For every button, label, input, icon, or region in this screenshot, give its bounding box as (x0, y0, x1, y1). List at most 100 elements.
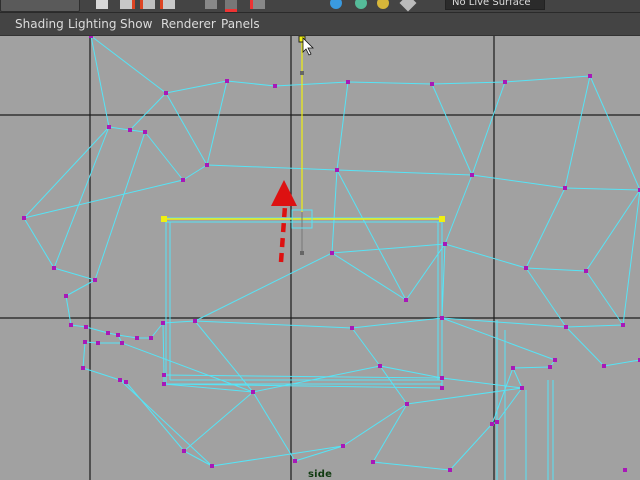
mesh-edge (252, 391, 296, 462)
mesh-vertex (143, 130, 147, 134)
mesh-vertex (162, 373, 166, 377)
mesh-edge (206, 164, 338, 171)
lasso-tool-icon[interactable] (140, 0, 155, 9)
mesh-edge (129, 129, 146, 133)
mesh-edge (65, 279, 96, 297)
mesh-edge (441, 377, 523, 389)
mesh-edge (165, 92, 208, 166)
mesh-edge (90, 36, 110, 128)
mesh-edge (471, 174, 566, 189)
new-scene-icon[interactable] (96, 0, 108, 9)
mesh-vertex (118, 378, 122, 382)
mesh-edge (85, 326, 109, 334)
mesh-edge (431, 83, 473, 176)
mesh-edge (441, 317, 567, 328)
mesh-vertex (83, 340, 87, 344)
mesh-vertex (563, 186, 567, 190)
mesh-vertex (93, 278, 97, 282)
mesh-edge (622, 189, 640, 326)
mesh-edge (53, 267, 96, 281)
side-viewport[interactable]: side (0, 36, 640, 480)
magnet-icon[interactable] (399, 0, 417, 12)
mesh-edge (564, 75, 591, 189)
menu-set-dropdown[interactable] (0, 0, 80, 12)
mesh-edge (444, 174, 473, 245)
mesh-edge (525, 187, 566, 269)
mesh-vertex (520, 386, 524, 390)
mesh-edge (405, 243, 446, 301)
mesh-edge (108, 126, 131, 131)
annotation-arrow-head (271, 180, 297, 206)
mesh-vertex (106, 331, 110, 335)
mesh-edge (441, 317, 556, 361)
mesh-vertex (128, 128, 132, 132)
mesh-vertex (251, 390, 255, 394)
mesh-vertex (378, 364, 382, 368)
menu-shading[interactable]: Shading (15, 13, 64, 35)
mesh-edge (94, 131, 146, 281)
camera-label: side (308, 469, 333, 480)
mesh-vertex (120, 341, 124, 345)
menu-show[interactable]: Show (120, 13, 152, 35)
mesh-edge (144, 131, 184, 181)
mesh-edge (512, 367, 523, 389)
mesh-vertex (602, 364, 606, 368)
mesh-wireframe[interactable] (0, 36, 640, 480)
mesh-edge (589, 75, 640, 191)
mesh-edge (163, 374, 443, 379)
mesh-edge (23, 217, 55, 269)
grid-snap-icon[interactable] (205, 0, 217, 9)
mesh-vertex (470, 173, 474, 177)
mesh-edge (331, 169, 338, 254)
mesh-vertex (564, 325, 568, 329)
menu-lighting[interactable]: Lighting (68, 13, 117, 35)
mesh-edge (379, 365, 408, 405)
select-tool-icon[interactable] (120, 0, 135, 9)
mesh-edge (496, 387, 523, 423)
mesh-edge (53, 126, 110, 269)
mesh-edge (252, 365, 381, 393)
mesh-vertex (164, 91, 168, 95)
mesh-vertex (149, 336, 153, 340)
mesh-edge (165, 80, 228, 94)
point-snap-icon[interactable] (250, 0, 265, 9)
mesh-edge (182, 164, 208, 181)
mesh-vertex (273, 84, 277, 88)
mesh-edge (70, 324, 87, 328)
mesh-edge (117, 334, 138, 339)
mesh-edge (294, 445, 344, 462)
mesh-edge (194, 252, 333, 322)
surface-snap-icon[interactable] (330, 0, 342, 9)
mesh-vertex (22, 216, 26, 220)
mesh-edge (471, 81, 506, 176)
mesh-edge (90, 36, 167, 94)
mouse-cursor-icon (302, 37, 314, 56)
mesh-vertex (293, 459, 297, 463)
mesh-vertex (623, 468, 627, 472)
wireframe-edges (23, 36, 640, 480)
mesh-edge (23, 179, 184, 219)
curve-snap-icon[interactable] (225, 0, 237, 12)
live-surface-field[interactable]: No Live Surface (445, 0, 545, 10)
mesh-edge (336, 169, 407, 301)
paint-select-icon[interactable] (160, 0, 175, 9)
mesh-edge (162, 322, 165, 376)
mesh-vertex (346, 80, 350, 84)
menu-panels[interactable]: Panels (221, 13, 260, 35)
live-surface-icon[interactable] (377, 0, 389, 9)
view-snap-icon[interactable] (355, 0, 367, 9)
mesh-vertex (588, 74, 592, 78)
annotation-arrow-shaft (278, 205, 288, 263)
mesh-vertex (135, 336, 139, 340)
mesh-vertex (124, 380, 128, 384)
mesh-vertex (430, 82, 434, 86)
mesh-vertex (548, 365, 552, 369)
main-toolbar: No Live Surface (0, 0, 640, 13)
mesh-edge (512, 366, 551, 369)
mesh-vertex (621, 323, 625, 327)
mesh-vertex (181, 178, 185, 182)
mesh-edge (119, 379, 213, 467)
menu-renderer[interactable]: Renderer (161, 13, 216, 35)
mesh-vertex (553, 358, 557, 362)
mesh-edge (372, 403, 408, 463)
